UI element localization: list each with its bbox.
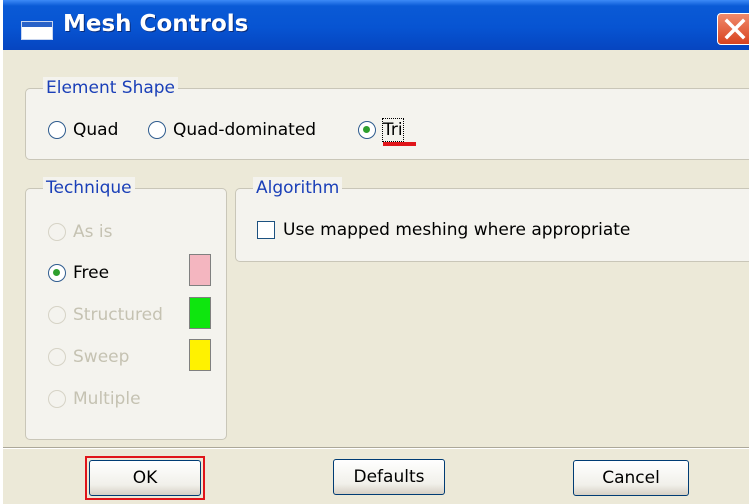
quad-dominated-label[interactable]: Quad-dominated	[173, 119, 316, 141]
sweep-color-swatch	[189, 339, 211, 371]
structured-label[interactable]: Structured	[73, 304, 163, 326]
mesh-controls-dialog: Mesh Controls Element Shape Quad Quad-do…	[3, 0, 749, 504]
tri-radio[interactable]	[358, 121, 376, 139]
sweep-radio[interactable]	[48, 348, 66, 366]
element-shape-legend: Element Shape	[43, 77, 179, 99]
tri-label[interactable]: Tri	[382, 118, 404, 142]
free-label[interactable]: Free	[73, 262, 109, 284]
title-bar[interactable]: Mesh Controls	[3, 0, 749, 50]
cancel-button[interactable]: Cancel	[573, 460, 689, 496]
free-radio[interactable]	[48, 264, 66, 282]
quad-label[interactable]: Quad	[73, 119, 118, 141]
as-is-label[interactable]: As is	[73, 221, 112, 243]
structured-radio[interactable]	[48, 306, 66, 324]
algorithm-legend: Algorithm	[253, 177, 343, 199]
ok-button-highlight	[85, 456, 205, 500]
quad-dominated-radio[interactable]	[148, 121, 166, 139]
mapped-meshing-checkbox[interactable]	[257, 221, 275, 239]
multiple-label[interactable]: Multiple	[73, 388, 141, 410]
close-icon	[724, 18, 746, 40]
window-title: Mesh Controls	[63, 11, 249, 37]
close-button[interactable]	[717, 13, 749, 45]
mapped-meshing-label[interactable]: Use mapped meshing where appropriate	[283, 219, 630, 241]
quad-radio[interactable]	[48, 121, 66, 139]
tri-highlight-underline	[383, 142, 416, 146]
technique-legend: Technique	[43, 177, 135, 199]
structured-color-swatch	[189, 297, 211, 329]
free-color-swatch	[189, 254, 211, 286]
as-is-radio[interactable]	[48, 223, 66, 241]
button-separator	[3, 447, 749, 449]
defaults-button[interactable]: Defaults	[333, 459, 445, 495]
window-icon	[21, 21, 53, 40]
sweep-label[interactable]: Sweep	[73, 346, 129, 368]
multiple-radio[interactable]	[48, 390, 66, 408]
